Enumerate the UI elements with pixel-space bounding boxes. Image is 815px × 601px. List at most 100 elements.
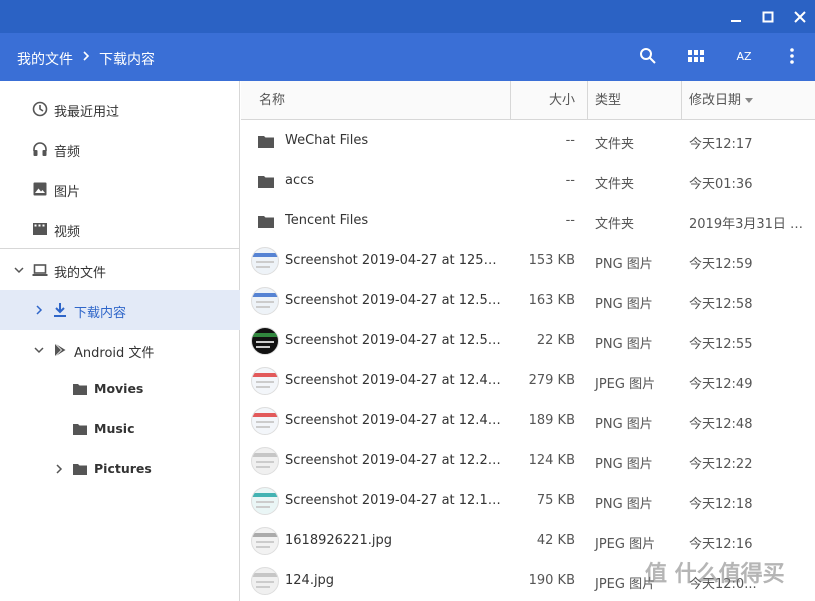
file-type: 文件夹 — [595, 217, 635, 232]
play-store-icon — [54, 343, 66, 357]
folder-icon — [73, 384, 87, 395]
column-divider[interactable] — [587, 81, 588, 120]
column-divider[interactable] — [681, 81, 682, 120]
file-thumbnail — [251, 327, 279, 355]
sidebar-item-label: 我的文件 — [54, 266, 107, 281]
file-date: 今天12:49 — [689, 377, 753, 392]
minimize-icon[interactable] — [726, 7, 746, 27]
column-header-date[interactable]: 修改日期 — [689, 81, 741, 120]
file-size: 163 KB — [528, 293, 575, 308]
table-row[interactable]: accs -- 文件夹 今天01:36 — [241, 161, 815, 201]
file-name: Screenshot 2019-04-27 at 12.48.17_... — [285, 373, 501, 388]
column-header-name[interactable]: 名称 — [259, 81, 285, 120]
breadcrumb-root[interactable]: 我的文件 — [17, 49, 73, 69]
file-type: PNG 图片 — [595, 497, 653, 512]
table-row[interactable]: Screenshot 2019-04-27 at 12.55.19.... 22 … — [241, 321, 815, 361]
column-header-size[interactable]: 大小 — [511, 81, 575, 120]
file-date: 今天12:55 — [689, 337, 753, 352]
file-type: PNG 图片 — [595, 457, 653, 472]
sidebar-item-label: 图片 — [54, 185, 81, 200]
search-icon[interactable] — [637, 45, 659, 67]
file-name: Screenshot 2019-04-27 at 12.48.17.... — [285, 413, 501, 428]
film-icon — [33, 223, 47, 235]
file-date: 今天12:48 — [689, 417, 753, 432]
folder-icon — [73, 424, 87, 435]
sidebar-item-label: 音频 — [54, 145, 81, 160]
sidebar-item-label: 我最近用过 — [54, 105, 120, 120]
close-icon[interactable] — [790, 7, 810, 27]
file-date: 今天12:22 — [689, 457, 753, 472]
file-type: 文件夹 — [595, 177, 635, 192]
table-row[interactable]: Screenshot 2019-04-27 at 12.58.02.... 163… — [241, 281, 815, 321]
file-list-header: 名称 大小 类型 修改日期 — [241, 81, 815, 120]
folder-icon — [258, 176, 274, 188]
file-name: accs — [285, 173, 315, 188]
sidebar-item-movies[interactable]: Movies — [0, 369, 240, 409]
chevron-right-icon[interactable] — [54, 463, 64, 475]
sort-descending-icon — [745, 98, 753, 103]
folder-icon — [258, 216, 274, 228]
file-thumbnail — [251, 407, 279, 435]
file-thumbnail — [251, 287, 279, 315]
grid-view-icon[interactable] — [685, 45, 707, 67]
sidebar-item-music[interactable]: Music — [0, 409, 240, 449]
file-size: 75 KB — [536, 493, 575, 508]
sidebar-item-label: 下载内容 — [74, 306, 127, 321]
maximize-icon[interactable] — [758, 7, 778, 27]
image-icon — [33, 182, 47, 196]
chevron-right-icon — [83, 51, 90, 61]
sidebar: 我最近用过 音频 图片 视频 我的文件 下载内容 Android 文件 Movi… — [0, 81, 240, 601]
headphones-icon — [33, 142, 47, 156]
file-date: 今天12:59 — [689, 257, 753, 272]
sidebar-item-recent[interactable]: 我最近用过 — [0, 89, 240, 129]
file-type: PNG 图片 — [595, 297, 653, 312]
sidebar-item-pictures[interactable]: Pictures — [0, 449, 240, 489]
file-size: 42 KB — [536, 533, 575, 548]
sort-az-icon[interactable]: AZ — [733, 45, 755, 67]
file-name: Tencent Files — [285, 213, 369, 228]
table-row[interactable]: Screenshot 2019-04-27 at 12.18.25.... 75 … — [241, 481, 815, 521]
file-date: 今天12:16 — [689, 537, 753, 552]
file-name: Screenshot 2019-04-27 at 12.55.19.... — [285, 333, 501, 348]
table-row[interactable]: Tencent Files -- 文件夹 2019年3月31日 17:... — [241, 201, 815, 241]
file-thumbnail — [251, 527, 279, 555]
file-type: PNG 图片 — [595, 337, 653, 352]
sidebar-divider — [0, 248, 240, 249]
download-icon — [54, 303, 66, 317]
sidebar-item-my-files[interactable]: 我的文件 — [0, 250, 240, 290]
file-name: Screenshot 2019-04-27 at 12.58.02.... — [285, 293, 501, 308]
sidebar-item-android-files[interactable]: Android 文件 — [0, 330, 240, 370]
sidebar-item-videos[interactable]: 视频 — [0, 209, 240, 249]
chevron-right-icon[interactable] — [34, 304, 44, 316]
table-row[interactable]: WeChat Files -- 文件夹 今天12:17 — [241, 121, 815, 161]
file-date: 今天12:18 — [689, 497, 753, 512]
chevron-down-icon[interactable] — [14, 264, 24, 276]
sidebar-item-audio[interactable]: 音频 — [0, 129, 240, 169]
more-vert-icon[interactable] — [781, 45, 803, 67]
folder-icon — [73, 464, 87, 475]
table-row[interactable]: Screenshot 2019-04-27 at 12.48.17.... 189… — [241, 401, 815, 441]
file-size: -- — [565, 173, 575, 188]
breadcrumb-current[interactable]: 下载内容 — [99, 49, 155, 69]
table-row[interactable]: Screenshot 2019-04-27 at 12.21.42.... 124… — [241, 441, 815, 481]
sidebar-item-images[interactable]: 图片 — [0, 169, 240, 209]
sidebar-item-downloads[interactable]: 下载内容 — [0, 290, 240, 330]
file-type: PNG 图片 — [595, 417, 653, 432]
chevron-down-icon[interactable] — [34, 344, 44, 356]
file-date: 2019年3月31日 17:... — [689, 217, 811, 232]
folder-icon — [258, 136, 274, 148]
sidebar-item-label: Pictures — [94, 461, 152, 476]
table-row[interactable]: Screenshot 2019-04-27 at 12.48.17_... 279… — [241, 361, 815, 401]
file-name: WeChat Files — [285, 133, 369, 148]
file-size: -- — [565, 133, 575, 148]
file-size: 190 KB — [528, 573, 575, 588]
file-date: 今天12:58 — [689, 297, 753, 312]
file-date: 今天12:17 — [689, 137, 753, 152]
file-size: 153 KB — [528, 253, 575, 268]
table-row[interactable]: 1618926221.jpg 42 KB JPEG 图片 今天12:16 — [241, 521, 815, 561]
file-type: PNG 图片 — [595, 257, 653, 272]
column-header-type[interactable]: 类型 — [595, 81, 621, 120]
table-row[interactable]: Screenshot 2019-04-27 at 125802.p... 153 … — [241, 241, 815, 281]
watermark: 值 什么值得买 — [645, 562, 785, 587]
file-thumbnail — [251, 447, 279, 475]
